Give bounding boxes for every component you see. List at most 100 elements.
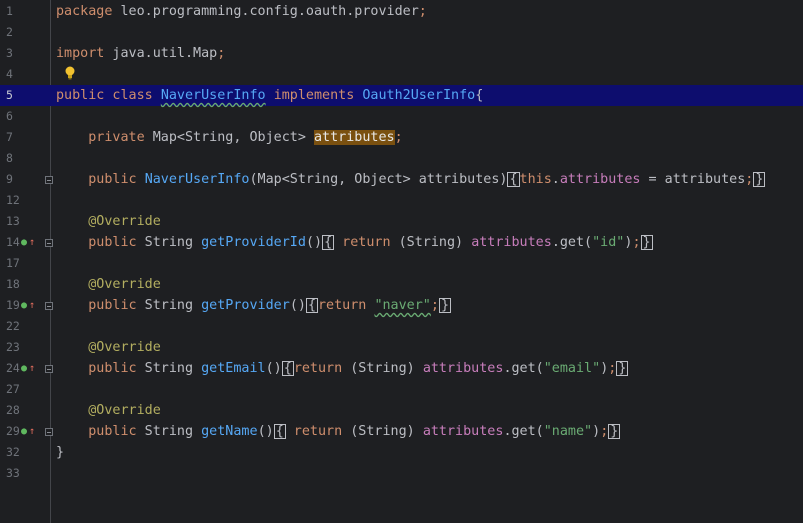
code-line[interactable]: 32} xyxy=(0,442,803,463)
code-text[interactable]: public String getEmail(){return (String)… xyxy=(56,358,629,379)
code-token: attributes xyxy=(422,361,504,376)
line-number[interactable]: 33 xyxy=(6,463,36,484)
code-text[interactable]: } xyxy=(56,442,64,463)
override-arrow-icon[interactable]: ↑ xyxy=(29,232,35,253)
line-number[interactable]: 4 xyxy=(6,64,36,85)
code-line[interactable]: 13 @Override xyxy=(0,211,803,232)
line-number[interactable]: 6 xyxy=(6,106,36,127)
code-token: NaverUserInfo xyxy=(144,172,250,187)
line-number[interactable]: 23 xyxy=(6,337,36,358)
line-number[interactable]: 22 xyxy=(6,316,36,337)
code-token: Map<String, Object> xyxy=(144,130,314,145)
code-token: String xyxy=(136,361,202,376)
code-text[interactable]: public class NaverUserInfo implements Oa… xyxy=(56,85,483,106)
line-number[interactable]: 1 xyxy=(6,1,36,22)
code-text[interactable]: @Override xyxy=(56,337,161,358)
code-line[interactable]: 33 xyxy=(0,463,803,484)
line-number[interactable]: 9 xyxy=(6,169,36,190)
code-editor[interactable]: 1 package leo.programming.config.oauth.pr… xyxy=(0,0,803,523)
override-arrow-icon[interactable]: ↑ xyxy=(29,295,35,316)
override-arrow-icon[interactable]: ↑ xyxy=(29,358,35,379)
code-line[interactable]: 17 xyxy=(0,253,803,274)
code-line[interactable]: 6 xyxy=(0,106,803,127)
code-token: "name" xyxy=(543,424,593,439)
code-token: Oauth2UserInfo xyxy=(362,88,476,103)
code-line[interactable]: 9 public NaverUserInfo(Map<String, Objec… xyxy=(0,169,803,190)
code-token: return xyxy=(293,361,343,376)
code-line[interactable]: 29 ● ↑ public String getName(){ return (St… xyxy=(0,421,803,442)
code-line[interactable]: 22 xyxy=(0,316,803,337)
code-line[interactable]: 12 xyxy=(0,190,803,211)
code-line[interactable]: 14 ● ↑ public String getProviderId(){ retu… xyxy=(0,232,803,253)
line-number[interactable]: 2 xyxy=(6,22,36,43)
fold-icon[interactable] xyxy=(45,428,53,436)
code-token: return xyxy=(285,424,343,439)
code-line[interactable]: 7 private Map<String, Object> attributes… xyxy=(0,127,803,148)
code-token: "naver" xyxy=(374,298,431,313)
code-line[interactable]: 4 xyxy=(0,64,803,85)
code-token: public xyxy=(88,298,137,313)
implemented-method-icon[interactable]: ● xyxy=(21,295,27,316)
code-text[interactable]: public String getName(){ return (String)… xyxy=(56,421,621,442)
line-number[interactable]: 17 xyxy=(6,253,36,274)
code-line[interactable]: 5 public class NaverUserInfo implements O… xyxy=(0,85,803,106)
line-number[interactable]: 12 xyxy=(6,190,36,211)
code-line[interactable]: 24 ● ↑ public String getEmail(){return (St… xyxy=(0,358,803,379)
code-text[interactable]: public String getProviderId(){ return (S… xyxy=(56,232,653,253)
code-line[interactable]: 28 @Override xyxy=(0,400,803,421)
code-token: attributes xyxy=(559,172,641,187)
line-number[interactable]: 32 xyxy=(6,442,36,463)
code-token: "email" xyxy=(543,361,601,376)
code-token: .get( xyxy=(503,361,544,376)
fold-icon[interactable] xyxy=(45,239,53,247)
code-line[interactable]: 1 package leo.programming.config.oauth.pr… xyxy=(0,1,803,22)
code-line[interactable]: 27 xyxy=(0,379,803,400)
code-token: package xyxy=(56,4,113,19)
code-text[interactable]: @Override xyxy=(56,274,161,295)
line-number[interactable]: 27 xyxy=(6,379,36,400)
code-text[interactable]: @Override xyxy=(56,211,161,232)
code-token: = attributes xyxy=(640,172,746,187)
code-text[interactable]: public NaverUserInfo(Map<String, Object>… xyxy=(56,169,766,190)
implemented-method-icon[interactable]: ● xyxy=(21,421,27,442)
code-token: import xyxy=(56,46,105,61)
code-text[interactable]: public String getProvider(){return "nave… xyxy=(56,295,451,316)
implemented-method-icon[interactable]: ● xyxy=(21,232,27,253)
code-text[interactable]: @Override xyxy=(56,400,161,421)
line-number[interactable]: 7 xyxy=(6,127,36,148)
code-token: () xyxy=(289,298,306,313)
code-text[interactable]: package leo.programming.config.oauth.pro… xyxy=(56,1,427,22)
code-token: private xyxy=(88,130,145,145)
line-number[interactable]: 18 xyxy=(6,274,36,295)
lightbulb-icon[interactable] xyxy=(64,66,76,80)
code-token: @Override xyxy=(88,403,161,418)
line-number[interactable]: 3 xyxy=(6,43,36,64)
code-line[interactable]: 23 @Override xyxy=(0,337,803,358)
implemented-method-icon[interactable]: ● xyxy=(21,358,27,379)
line-number[interactable]: 8 xyxy=(6,148,36,169)
code-line[interactable]: 3 import java.util.Map; xyxy=(0,43,803,64)
code-line[interactable]: 18 @Override xyxy=(0,274,803,295)
fold-icon[interactable] xyxy=(45,176,53,184)
code-token: { xyxy=(507,172,520,187)
code-text[interactable]: private Map<String, Object> attributes; xyxy=(56,127,403,148)
code-token: .get( xyxy=(551,235,593,250)
line-number[interactable]: 28 xyxy=(6,400,36,421)
code-token: (String) xyxy=(342,361,423,376)
override-arrow-icon[interactable]: ↑ xyxy=(29,421,35,442)
line-number[interactable]: 5 xyxy=(6,85,36,106)
fold-icon[interactable] xyxy=(45,302,53,310)
line-number[interactable]: 13 xyxy=(6,211,36,232)
code-line[interactable]: 8 xyxy=(0,148,803,169)
code-line[interactable]: 19 ● ↑ public String getProvider(){return … xyxy=(0,295,803,316)
fold-icon[interactable] xyxy=(45,365,53,373)
code-token: return xyxy=(318,298,367,313)
code-line[interactable]: 2 xyxy=(0,22,803,43)
code-text[interactable]: import java.util.Map; xyxy=(56,43,225,64)
